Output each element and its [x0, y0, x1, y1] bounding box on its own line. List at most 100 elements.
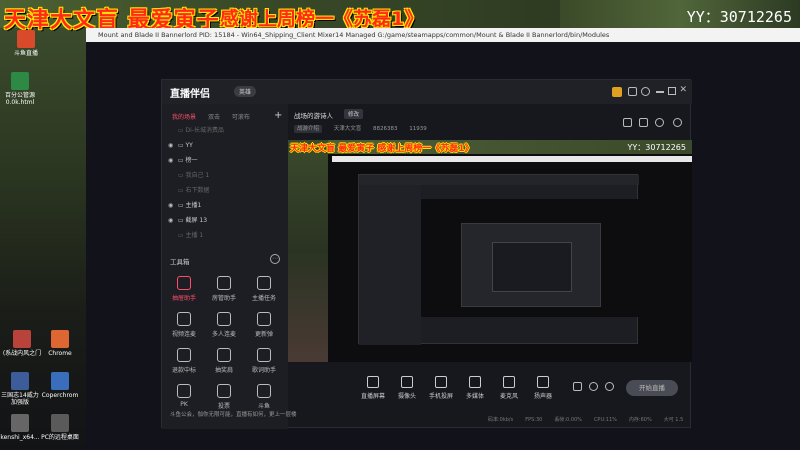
- camera-icon: [401, 376, 413, 388]
- tool-10[interactable]: 投票: [206, 384, 242, 410]
- tool-1[interactable]: 房管助手: [206, 276, 242, 302]
- capture-label: 扬声器: [533, 393, 552, 400]
- source-item[interactable]: ▭ 右下数据: [168, 186, 210, 196]
- desktop-icon-label: kenshi_x64...: [0, 434, 40, 441]
- stream-preview: 天津大文盲 最爱寅子 感谢上周榜一《苏磊1》 YY：30712265: [288, 140, 692, 362]
- nested-sidebar: [359, 185, 421, 345]
- tool-label: 多人连麦: [211, 331, 236, 338]
- start-stream-button[interactable]: 开始直播: [626, 380, 678, 396]
- tool-icon: [177, 276, 191, 290]
- close-icon[interactable]: ✕: [679, 85, 687, 95]
- qr-icon[interactable]: [612, 87, 622, 97]
- more-tools-icon[interactable]: ⋯: [270, 254, 280, 264]
- nested-preview: [421, 199, 639, 317]
- lock-icon[interactable]: ▭: [178, 157, 184, 164]
- tool-4[interactable]: 多人连麦: [206, 312, 242, 338]
- speaker-button[interactable]: 扬声器: [528, 376, 558, 400]
- media-button[interactable]: 多媒体: [460, 376, 490, 400]
- source-item[interactable]: ▭ 主播 1: [168, 231, 203, 241]
- lock-icon[interactable]: [639, 118, 648, 127]
- tool-3[interactable]: 视频连麦: [166, 312, 202, 338]
- tool-label: 抽奖肩: [214, 367, 233, 374]
- mic-button[interactable]: 麦克风: [494, 376, 524, 400]
- eye-icon[interactable]: [589, 382, 598, 391]
- lock-icon[interactable]: ▭: [178, 142, 184, 149]
- stream-statusbar: 码率:0kb/s FPS:30 丢帧:0.00% CPU:11% 内存:60% 大可 1.…: [288, 413, 692, 427]
- tab-double[interactable]: 双击: [208, 114, 220, 121]
- desktop-icon[interactable]: 斗鱼直播: [6, 30, 46, 57]
- level-badge[interactable]: 英雄: [234, 86, 257, 97]
- desktop-icon[interactable]: kenshi_x64...: [0, 414, 40, 441]
- desktop-screenshot: 天津大文盲 最爱寅子 感谢上周榜一《苏磊1》 YY：30712265 Mount…: [0, 0, 800, 450]
- meta-intro[interactable]: 战游介绍: [294, 125, 323, 133]
- source-item[interactable]: ◉ ▭ YY: [168, 141, 193, 151]
- gear-icon[interactable]: [605, 382, 614, 391]
- tool-11[interactable]: 斗鱼: [246, 384, 282, 410]
- tool-6[interactable]: 退款中标: [166, 348, 202, 374]
- tool-7[interactable]: 抽奖肩: [206, 348, 242, 374]
- tool-8[interactable]: 歌词助手: [246, 348, 282, 374]
- meta-viewers: 11939: [409, 126, 427, 132]
- stream-app-window: 直播伴侣 英雄 ✕ 我的场景 双击 可滚布 + ▭ Di-长城消费品 ◉ ▭ YY…: [161, 79, 692, 429]
- shop-icon[interactable]: [623, 118, 632, 127]
- tool-5[interactable]: 更新弹: [246, 312, 282, 338]
- source-name: 右下数据: [185, 187, 210, 194]
- capture-label: 多媒体: [465, 393, 484, 400]
- lock-icon[interactable]: ▭: [178, 187, 184, 194]
- desktop-icon[interactable]: (系战内风之门: [2, 330, 42, 357]
- source-item[interactable]: ◉ ▭ 榜一: [168, 156, 198, 166]
- maximize-icon[interactable]: [668, 87, 676, 95]
- remote-desktop-icon: [51, 414, 69, 432]
- lock-icon[interactable]: ▭: [178, 232, 184, 239]
- minimize-icon[interactable]: [656, 91, 664, 93]
- source-item[interactable]: ▭ 我自己 1: [168, 171, 209, 181]
- desktop-icon[interactable]: Coperchrom: [40, 372, 80, 399]
- nested-header: [359, 175, 639, 185]
- screen-capture-button[interactable]: 直播屏幕: [358, 376, 388, 400]
- desktop-icon[interactable]: 百分公管源 0.0k.html: [0, 72, 40, 106]
- camera-button[interactable]: 摄像头: [392, 376, 422, 400]
- tool-0[interactable]: 抽屉助手: [166, 276, 202, 302]
- chrome-icon: [51, 330, 69, 348]
- lock-icon[interactable]: ▭: [178, 127, 184, 134]
- status-item: 码率:0kb/s: [488, 417, 514, 423]
- source-item[interactable]: ▭ Di-长城消费品: [168, 126, 224, 136]
- file-icon: [11, 72, 29, 90]
- edit-room-button[interactable]: 修改: [344, 109, 364, 119]
- source-name: 主播 1: [185, 232, 204, 239]
- game-icon: [11, 372, 29, 390]
- nested-preview-inner: [461, 223, 601, 307]
- message-icon[interactable]: [628, 87, 637, 96]
- desktop-icon[interactable]: PC的远程桌面: [40, 414, 80, 441]
- add-source-button[interactable]: +: [274, 110, 282, 121]
- tool-9[interactable]: PK: [166, 384, 202, 408]
- visibility-icon[interactable]: ◉: [168, 201, 176, 211]
- source-item[interactable]: ◉ ▭ 主播1: [168, 201, 201, 211]
- share-icon[interactable]: [673, 118, 682, 127]
- record-icon[interactable]: [573, 382, 582, 391]
- phone-cast-button[interactable]: 手机投屏: [426, 376, 456, 400]
- desktop-icon[interactable]: 三国志14威力加强版: [0, 372, 40, 406]
- settings-icon[interactable]: [641, 87, 650, 96]
- source-name: 榜一: [185, 157, 198, 164]
- desktop-icon-label: (系战内风之门: [2, 350, 42, 357]
- source-item[interactable]: ◉ ▭ 截屏 13: [168, 216, 207, 226]
- desktop-icon[interactable]: Chrome: [40, 330, 80, 357]
- banner-subtitle: 感谢上周榜一《苏磊1》: [220, 8, 424, 30]
- lock-icon[interactable]: ▭: [178, 202, 184, 209]
- lock-icon[interactable]: ▭: [178, 217, 184, 224]
- source-name: 我自己 1: [185, 172, 210, 179]
- visibility-icon[interactable]: ◉: [168, 156, 176, 166]
- tool-icon: [217, 348, 231, 362]
- status-item: CPU:11%: [593, 417, 617, 423]
- tool-2[interactable]: 主播任务: [246, 276, 282, 302]
- lock-icon[interactable]: ▭: [178, 172, 184, 179]
- tool-label: 歌词助手: [251, 367, 276, 374]
- preview-yy: YY：30712265: [627, 143, 687, 152]
- tab-my-scenes[interactable]: 我的场景: [172, 114, 196, 121]
- tab-scroll[interactable]: 可滚布: [232, 114, 250, 121]
- app-icon: [17, 30, 35, 48]
- visibility-icon[interactable]: ◉: [168, 141, 176, 151]
- visibility-icon[interactable]: ◉: [168, 216, 176, 226]
- bell-icon[interactable]: [655, 118, 664, 127]
